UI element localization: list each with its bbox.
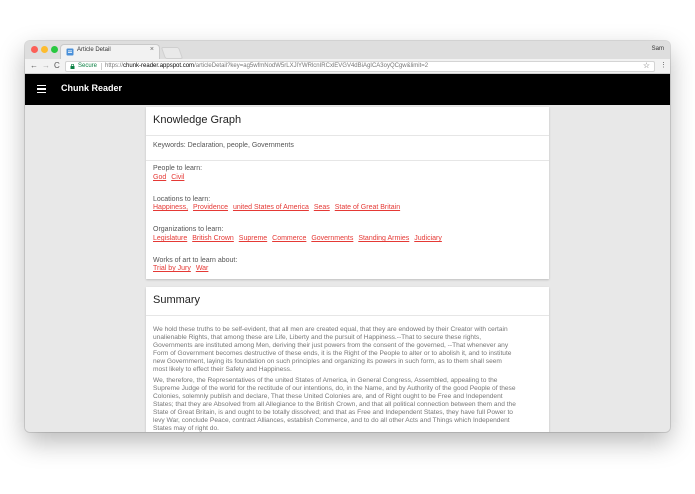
browser-toolbar: ← → C Secure https://chunk-reader.appspo… [25,59,670,74]
profile-name[interactable]: Sam [652,46,664,52]
divider [146,315,549,316]
tab-strip: Article Detail × Sam [25,41,670,59]
organization-link[interactable]: Supreme [239,235,267,242]
organization-link[interactable]: British Crown [192,235,234,242]
summary-card: Summary We hold these truths to be self-… [146,287,549,432]
person-link[interactable]: Civil [171,174,184,181]
close-window-button[interactable] [31,46,38,53]
url-host: chunk-reader.appspot.com [123,63,195,69]
new-tab-button[interactable] [160,47,184,59]
address-bar[interactable]: Secure https://chunk-reader.appspot.com/… [65,61,655,72]
back-arrow-icon[interactable]: ← [30,60,38,72]
organization-link[interactable]: Commerce [272,235,306,242]
card-title: Summary [153,294,201,306]
main-content: Knowledge Graph Keywords: Declaration, p… [25,105,670,432]
works-of-art-label: Works of art to learn about: [153,257,238,264]
keywords-text: Keywords: Declaration, people, Governmen… [153,142,294,149]
organization-link[interactable]: Judiciary [414,235,442,242]
reload-icon[interactable]: C [54,60,60,72]
minimize-window-button[interactable] [41,46,48,53]
work-of-art-link[interactable]: War [196,265,209,272]
url-text[interactable]: https://chunk-reader.appspot.com/article… [105,63,428,69]
url-scheme: https:// [105,63,124,69]
browser-menu-icon[interactable]: ⋮ [660,61,667,69]
lock-icon [70,64,75,69]
location-link[interactable]: Seas [314,204,330,211]
organization-link[interactable]: Standing Armies [358,235,409,242]
app-title: Chunk Reader [61,83,123,93]
organizations-label: Organizations to learn: [153,226,224,233]
location-link[interactable]: united States of America [233,204,309,211]
divider [146,160,549,161]
people-links: God Civil [153,174,187,181]
person-link[interactable]: God [153,174,166,181]
summary-text: We hold these truths to be self-evident,… [153,326,518,432]
people-label: People to learn: [153,165,203,172]
hamburger-menu-icon[interactable] [37,85,46,95]
document-favicon-icon [66,48,74,56]
card-title: Knowledge Graph [153,114,242,126]
tab-title: Article Detail [77,47,111,53]
works-of-art-links: Trial by Jury War [153,265,211,272]
url-path: /articleDetail?key=ag5wfmNodW5rLXJlYWRlc… [194,63,429,69]
browser-window: Article Detail × Sam ← → C Secure https:… [25,41,670,432]
locations-label: Locations to learn: [153,196,211,203]
location-link[interactable]: Providence [193,204,228,211]
work-of-art-link[interactable]: Trial by Jury [153,265,191,272]
location-link[interactable]: State of Great Britain [335,204,400,211]
knowledge-graph-card: Knowledge Graph Keywords: Declaration, p… [146,107,549,279]
tab-close-icon[interactable]: × [150,46,154,53]
app-bar: Chunk Reader [25,74,670,105]
zoom-window-button[interactable] [51,46,58,53]
location-links: Happiness, Providence united States of A… [153,204,403,211]
summary-paragraph: We, therefore, the Representatives of th… [153,377,516,432]
organization-link[interactable]: Legislature [153,235,187,242]
location-link[interactable]: Happiness, [153,204,188,211]
forward-arrow-icon[interactable]: → [42,60,50,72]
tab-article-detail[interactable]: Article Detail × [60,44,160,59]
organization-links: Legislature British Crown Supreme Commer… [153,235,445,242]
organization-link[interactable]: Governments [311,235,353,242]
divider [146,135,549,136]
star-icon[interactable]: ☆ [643,61,650,70]
summary-paragraph: We hold these truths to be self-evident,… [153,326,512,373]
address-divider [101,63,102,70]
secure-label: Secure [78,63,98,69]
